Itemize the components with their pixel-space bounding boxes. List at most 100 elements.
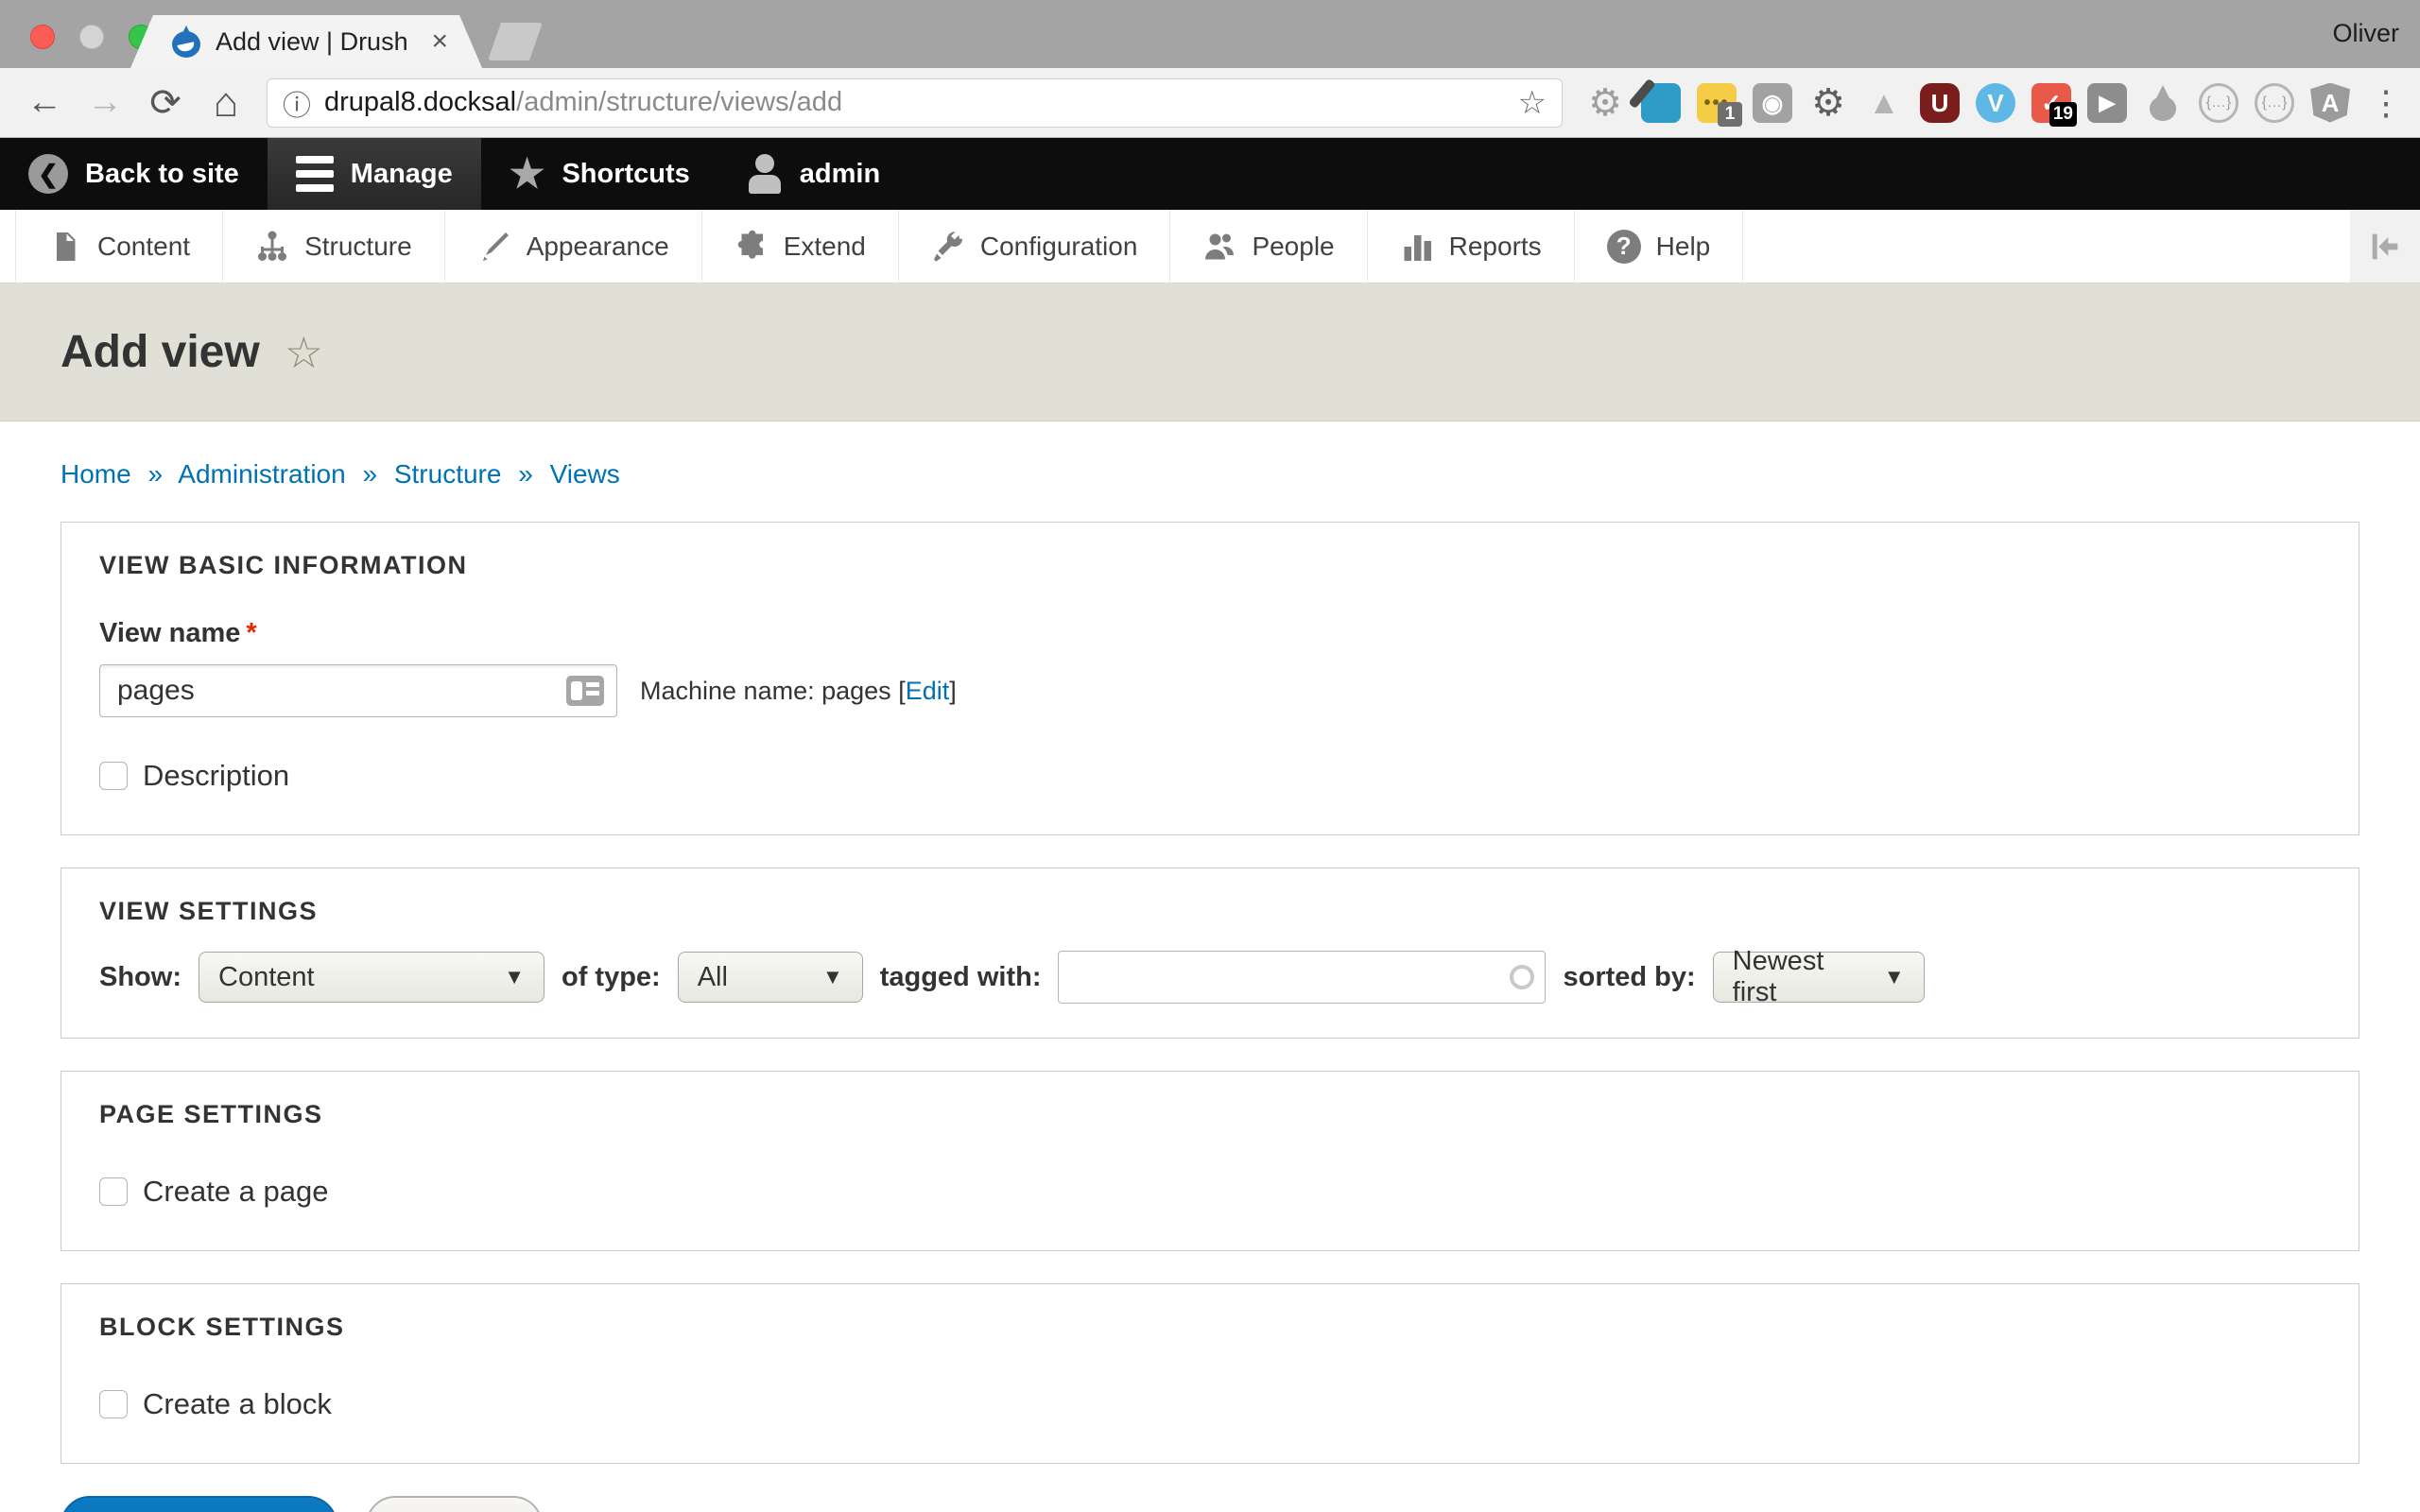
breadcrumb-administration[interactable]: Administration xyxy=(178,459,345,489)
machine-name-edit-link[interactable]: Edit xyxy=(906,677,950,705)
braces-icon-2[interactable]: {…} xyxy=(2255,83,2294,123)
save-and-edit-button[interactable]: Save and edit xyxy=(60,1496,337,1512)
new-tab-button[interactable] xyxy=(488,23,543,60)
breadcrumb-structure[interactable]: Structure xyxy=(394,459,502,489)
menu-item-structure[interactable]: Structure xyxy=(223,210,445,283)
section-heading: VIEW BASIC INFORMATION xyxy=(99,551,2321,580)
ublock-icon[interactable]: U xyxy=(1920,83,1960,123)
description-checkbox[interactable] xyxy=(99,762,128,790)
breadcrumb-separator: » xyxy=(518,459,533,489)
manage-tab[interactable]: Manage xyxy=(268,138,481,210)
description-label: Description xyxy=(143,759,289,793)
people-icon xyxy=(1202,230,1236,264)
create-block-label: Create a block xyxy=(143,1387,332,1421)
browser-toolbar: ← → ⟳ ⌂ ⓘ drupal8.docksal/admin/structur… xyxy=(0,68,2420,138)
browser-tab[interactable]: Add view | Drush Site-Install × xyxy=(130,15,482,68)
document-icon xyxy=(48,230,82,264)
shortcuts-label: Shortcuts xyxy=(562,159,689,190)
bookmark-star-icon[interactable]: ☆ xyxy=(1518,84,1547,122)
home-button[interactable]: ⌂ xyxy=(199,76,253,130)
cancel-button[interactable]: Cancel xyxy=(366,1496,542,1512)
todoist-icon[interactable]: ✓19 xyxy=(2031,83,2071,123)
section-heading: PAGE SETTINGS xyxy=(99,1100,2321,1129)
sorted-by-select[interactable]: Newest first ▼ xyxy=(1713,952,1925,1003)
admin-menu-bar: Content Structure Appearance Extend Conf… xyxy=(0,210,2420,284)
back-chevron-icon: ❮ xyxy=(28,154,68,194)
url-text[interactable]: drupal8.docksal/admin/structure/views/ad… xyxy=(324,87,842,118)
menu-label: Appearance xyxy=(527,232,669,262)
menu-label: People xyxy=(1252,232,1334,262)
window-titlebar: Add view | Drush Site-Install × Oliver xyxy=(0,0,2420,68)
view-name-input[interactable] xyxy=(99,664,617,717)
minimize-window-button[interactable] xyxy=(79,25,104,49)
traffic-lights xyxy=(30,25,153,49)
chevron-down-icon: ▼ xyxy=(485,965,525,989)
yellow-extension-icon[interactable]: •••1 xyxy=(1697,83,1737,123)
menu-item-help[interactable]: ? Help xyxy=(1575,210,1744,283)
breadcrumb: Home » Administration » Structure » View… xyxy=(60,459,2360,490)
toolbar-collapse-button[interactable] xyxy=(2350,210,2420,283)
color-picker-icon[interactable] xyxy=(1641,83,1681,123)
breadcrumb-home[interactable]: Home xyxy=(60,459,131,489)
block-settings-fieldset: BLOCK SETTINGS Create a block xyxy=(60,1283,2360,1464)
menu-item-reports[interactable]: Reports xyxy=(1368,210,1575,283)
menu-label: Help xyxy=(1656,232,1711,262)
dark-cog-icon[interactable]: ⚙ xyxy=(1808,83,1848,123)
menu-item-content[interactable]: Content xyxy=(15,210,223,283)
back-button[interactable]: ← xyxy=(17,76,72,130)
play-icon[interactable]: ▶ xyxy=(2087,83,2127,123)
puzzle-icon xyxy=(735,230,769,264)
menu-item-extend[interactable]: Extend xyxy=(702,210,899,283)
profile-name: Oliver xyxy=(2332,19,2399,48)
gear-icon[interactable]: ⚙ xyxy=(1585,83,1625,123)
breadcrumb-separator: » xyxy=(362,459,377,489)
breadcrumb-views[interactable]: Views xyxy=(550,459,620,489)
angular-icon[interactable]: A xyxy=(2310,83,2350,123)
back-to-site-link[interactable]: ❮ Back to site xyxy=(0,138,268,210)
shortcuts-tab[interactable]: ★ Shortcuts xyxy=(481,138,718,210)
chevron-down-icon: ▼ xyxy=(1865,965,1905,989)
of-type-label: of type: xyxy=(562,962,661,993)
brush-icon xyxy=(477,230,511,264)
close-window-button[interactable] xyxy=(30,25,55,49)
vimeo-icon[interactable]: V xyxy=(1976,83,2015,123)
extension-icons: ⚙ •••1 ◉ ⚙ ▲ U V ✓19 ▶ {…} {…} A xyxy=(1585,83,2350,123)
view-settings-fieldset: VIEW SETTINGS Show: Content ▼ of type: A… xyxy=(60,868,2360,1039)
page-info-icon[interactable]: ⓘ xyxy=(283,82,311,124)
create-page-checkbox[interactable] xyxy=(99,1177,128,1206)
reload-button[interactable]: ⟳ xyxy=(138,76,193,130)
main-content: Home » Administration » Structure » View… xyxy=(0,459,2420,1512)
machine-name-text: Machine name: pages [Edit] xyxy=(640,677,957,706)
menu-item-configuration[interactable]: Configuration xyxy=(899,210,1171,283)
menu-label: Content xyxy=(97,232,190,262)
help-icon: ? xyxy=(1607,230,1641,264)
address-bar[interactable]: ⓘ drupal8.docksal/admin/structure/views/… xyxy=(267,78,1563,128)
drupal-icon[interactable] xyxy=(2143,83,2183,123)
forward-button[interactable]: → xyxy=(78,76,132,130)
create-page-label: Create a page xyxy=(143,1175,328,1209)
star-icon: ★ xyxy=(510,154,545,194)
machine-name-card-icon xyxy=(566,676,604,706)
favorite-star-icon[interactable]: ☆ xyxy=(285,327,323,378)
tagged-with-input[interactable] xyxy=(1058,951,1546,1004)
create-block-checkbox[interactable] xyxy=(99,1390,128,1418)
show-select[interactable]: Content ▼ xyxy=(199,952,544,1003)
tab-close-icon[interactable]: × xyxy=(431,27,448,56)
menu-label: Structure xyxy=(304,232,412,262)
show-label: Show: xyxy=(99,962,182,993)
section-heading: BLOCK SETTINGS xyxy=(99,1313,2321,1342)
page-settings-fieldset: PAGE SETTINGS Create a page xyxy=(60,1071,2360,1251)
drive-icon[interactable]: ▲ xyxy=(1864,83,1904,123)
browser-menu-icon[interactable]: ⋮ xyxy=(2369,83,2403,123)
menu-item-people[interactable]: People xyxy=(1170,210,1367,283)
wrench-icon xyxy=(931,230,965,264)
required-marker: * xyxy=(246,618,256,648)
admin-user-tab[interactable]: admin xyxy=(718,138,908,210)
camera-icon[interactable]: ◉ xyxy=(1753,83,1792,123)
menu-item-appearance[interactable]: Appearance xyxy=(445,210,702,283)
sorted-by-label: sorted by: xyxy=(1563,962,1695,993)
collapse-left-icon xyxy=(2366,231,2404,263)
braces-icon[interactable]: {…} xyxy=(2199,83,2238,123)
view-basic-information-fieldset: VIEW BASIC INFORMATION View name* Machin… xyxy=(60,522,2360,835)
of-type-select[interactable]: All ▼ xyxy=(678,952,863,1003)
